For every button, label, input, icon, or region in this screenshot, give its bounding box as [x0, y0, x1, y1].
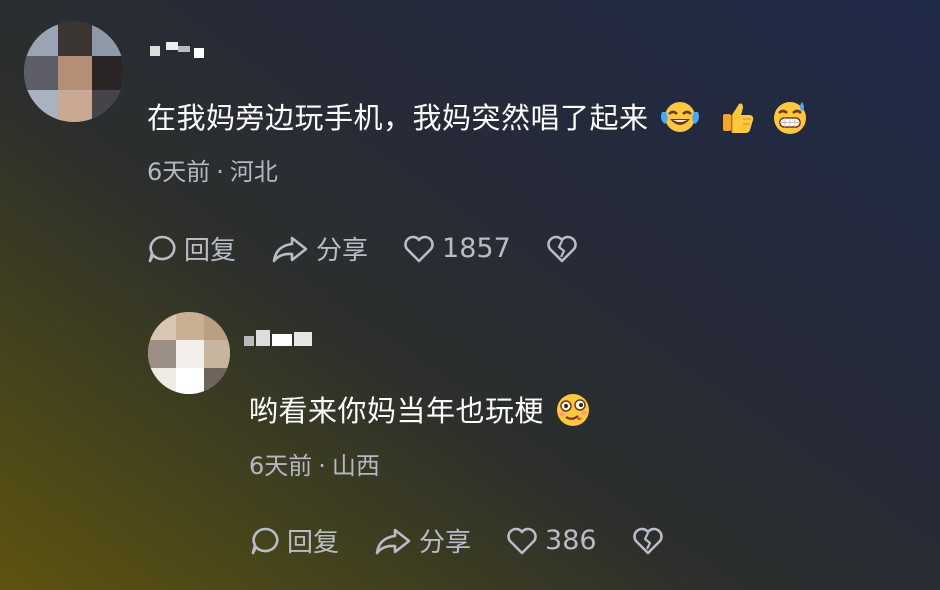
- reply-comment-item: 哟看来你妈当年也玩梗 6天前 · 山西 回复 分享 386: [0, 0, 940, 558]
- reply-label: 回复: [287, 528, 340, 558]
- broken-heart-icon: [632, 527, 663, 554]
- username[interactable]: [244, 330, 316, 346]
- share-label: 分享: [419, 528, 472, 558]
- reply-button[interactable]: 回复: [249, 522, 339, 559]
- meta-separator: ·: [318, 452, 326, 480]
- comment-meta: 6天前 · 山西: [249, 446, 380, 481]
- like-count: 386: [545, 525, 597, 556]
- comment-actions: 回复 分享 386: [249, 522, 705, 559]
- comment-text: 哟看来你妈当年也玩梗: [249, 388, 592, 435]
- comment-time: 6天前: [249, 452, 313, 480]
- comment-body: 哟看来你妈当年也玩梗: [249, 394, 545, 428]
- comment-location: 山西: [331, 452, 380, 480]
- reply-bubble-icon: [251, 527, 279, 554]
- woozy-face-emoji: [554, 392, 592, 435]
- dislike-button[interactable]: [631, 526, 671, 556]
- like-button[interactable]: 386: [505, 525, 597, 556]
- avatar[interactable]: [148, 312, 230, 394]
- share-button[interactable]: 分享: [373, 522, 471, 559]
- share-arrow-icon: [375, 528, 411, 554]
- heart-icon: [507, 527, 537, 554]
